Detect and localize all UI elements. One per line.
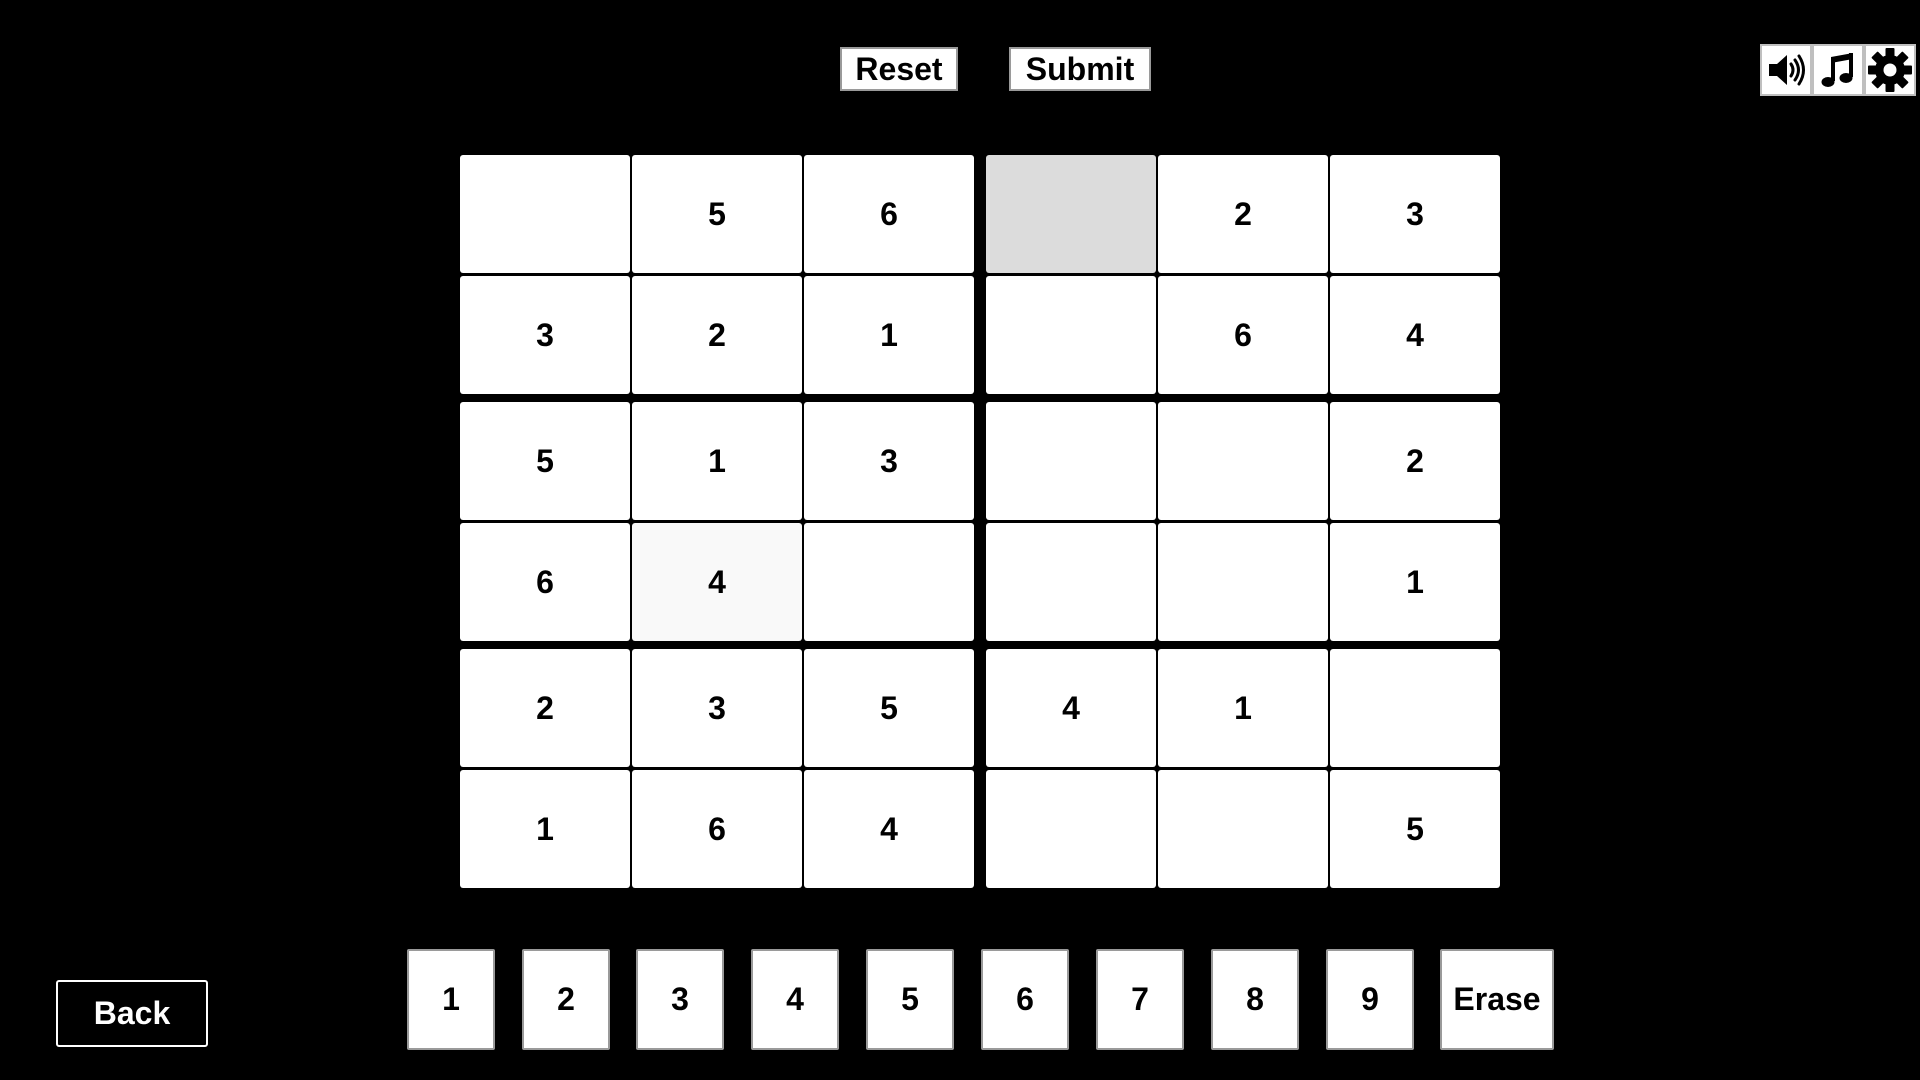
sudoku-cell[interactable]: 2 [1330,402,1500,520]
sudoku-cell[interactable]: 4 [986,649,1156,767]
sudoku-cell[interactable]: 1 [1330,523,1500,641]
sudoku-cell[interactable]: 2 [632,276,802,394]
sudoku-cell[interactable]: 1 [632,402,802,520]
number-button-4[interactable]: 4 [751,949,839,1050]
number-button-6[interactable]: 6 [981,949,1069,1050]
sudoku-cell[interactable] [460,155,630,273]
erase-button[interactable]: Erase [1440,949,1554,1050]
sudoku-cell[interactable]: 6 [804,155,974,273]
number-button-7[interactable]: 7 [1096,949,1184,1050]
sudoku-cell[interactable] [986,770,1156,888]
sudoku-cell[interactable]: 6 [460,523,630,641]
sudoku-cell[interactable] [1158,402,1328,520]
music-button[interactable] [1812,44,1864,96]
sudoku-cell[interactable] [1158,770,1328,888]
sudoku-cell[interactable] [804,523,974,641]
sudoku-cell[interactable] [986,402,1156,520]
number-button-2[interactable]: 2 [522,949,610,1050]
sudoku-cell[interactable]: 4 [1330,276,1500,394]
settings-button[interactable] [1864,44,1916,96]
sudoku-cell[interactable]: 1 [1158,649,1328,767]
speaker-icon [1769,54,1805,86]
sudoku-cell[interactable]: 2 [1158,155,1328,273]
number-button-5[interactable]: 5 [866,949,954,1050]
number-button-1[interactable]: 1 [407,949,495,1050]
sudoku-cell[interactable] [986,276,1156,394]
sudoku-cell[interactable]: 1 [804,276,974,394]
sudoku-cell[interactable]: 2 [460,649,630,767]
sudoku-cell[interactable]: 5 [460,402,630,520]
back-button[interactable]: Back [56,980,208,1047]
submit-button[interactable]: Submit [1009,47,1151,91]
sudoku-cell[interactable] [1158,523,1328,641]
sudoku-cell[interactable]: 4 [632,523,802,641]
sudoku-cell[interactable]: 3 [460,276,630,394]
sudoku-board: 5623321645132641235411645 [0,0,1920,1080]
sudoku-cell[interactable]: 3 [1330,155,1500,273]
sudoku-cell[interactable]: 3 [632,649,802,767]
sudoku-cell[interactable]: 4 [804,770,974,888]
number-button-8[interactable]: 8 [1211,949,1299,1050]
sudoku-cell[interactable]: 5 [1330,770,1500,888]
music-note-icon [1821,53,1853,87]
sudoku-cell[interactable]: 6 [632,770,802,888]
sudoku-cell[interactable]: 5 [632,155,802,273]
sudoku-cell[interactable] [986,523,1156,641]
sudoku-cell[interactable]: 3 [804,402,974,520]
sudoku-cell[interactable] [1330,649,1500,767]
sound-button[interactable] [1760,44,1812,96]
sudoku-cell[interactable]: 1 [460,770,630,888]
number-button-9[interactable]: 9 [1326,949,1414,1050]
number-button-3[interactable]: 3 [636,949,724,1050]
sudoku-cell[interactable]: 6 [1158,276,1328,394]
sudoku-cell[interactable]: 5 [804,649,974,767]
sudoku-cell[interactable] [986,155,1156,273]
reset-button[interactable]: Reset [840,47,958,91]
gear-icon [1868,48,1912,92]
